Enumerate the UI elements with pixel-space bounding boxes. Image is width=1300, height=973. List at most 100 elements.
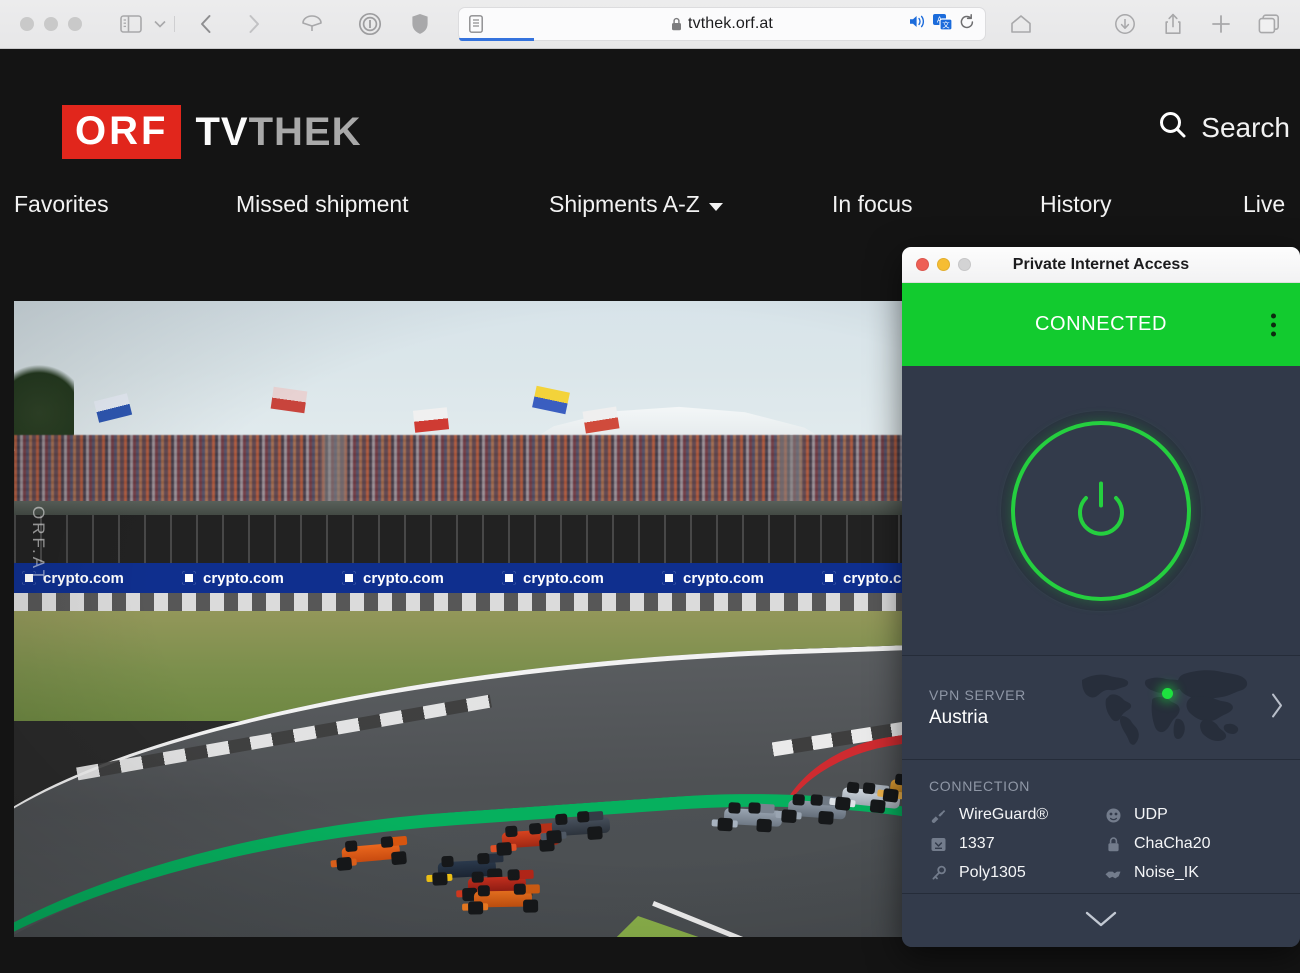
nav-label: In focus xyxy=(832,191,913,217)
kebab-menu-icon[interactable] xyxy=(1271,313,1276,336)
nav-label: Missed shipment xyxy=(236,191,409,217)
reader-view-icon[interactable] xyxy=(469,15,483,33)
main-navigation: Favorites Missed shipment Shipments A-Z … xyxy=(0,187,1300,245)
lock-icon xyxy=(671,17,682,31)
search-icon xyxy=(1157,109,1189,146)
sidebar-icon[interactable] xyxy=(114,9,148,39)
race-car xyxy=(330,834,412,875)
plug-icon xyxy=(929,806,947,824)
audio-playing-icon[interactable] xyxy=(908,14,926,34)
nav-item-live[interactable]: Live xyxy=(1243,191,1285,218)
connection-protocol: WireGuard® xyxy=(929,806,1104,824)
server-location-marker xyxy=(1162,687,1173,699)
lock-icon xyxy=(1104,835,1122,853)
forward-icon[interactable] xyxy=(237,9,271,39)
power-icon xyxy=(1072,477,1130,544)
search-label: Search xyxy=(1201,111,1290,143)
tab-overview-icon[interactable] xyxy=(1252,9,1286,39)
trackside-ad-label: crypto.com xyxy=(523,569,604,587)
connection-cipher: ChaCha20 xyxy=(1104,835,1300,853)
new-tab-icon[interactable] xyxy=(1204,9,1238,39)
power-button[interactable] xyxy=(1001,410,1201,611)
connection-auth: Poly1305 xyxy=(929,864,1104,882)
share-icon[interactable] xyxy=(1156,9,1190,39)
protocol-value: WireGuard® xyxy=(959,806,1049,823)
site-header: ORF TV THEK Search xyxy=(0,49,1300,187)
crypto-logo-icon xyxy=(822,571,836,585)
translate-icon[interactable]: A文 xyxy=(933,13,953,35)
home-icon[interactable] xyxy=(1004,9,1038,39)
close-window-button[interactable] xyxy=(20,17,34,31)
vpn-server-name: Austria xyxy=(929,706,989,728)
svg-text:文: 文 xyxy=(942,20,950,29)
url-text: tvthek.orf.at xyxy=(688,15,773,32)
nav-item-missed-shipment[interactable]: Missed shipment xyxy=(236,191,409,218)
auth-value: Poly1305 xyxy=(959,864,1026,881)
trackside-ad-unit: crypto.com xyxy=(174,570,334,587)
trackside-ad-label: crypto.com xyxy=(683,569,764,587)
crypto-logo-icon xyxy=(342,571,356,585)
chevron-down-icon xyxy=(708,202,723,211)
browser-toolbar: tvthek.orf.at A文 xyxy=(0,0,1300,49)
vpn-server-row[interactable]: VPN SERVER Austria xyxy=(902,656,1300,759)
toolbar-divider xyxy=(174,16,175,32)
nav-label: Shipments A-Z xyxy=(549,191,700,217)
logo-tv: TV xyxy=(195,110,249,154)
crypto-logo-icon xyxy=(662,571,676,585)
pia-title-bar: Private Internet Access xyxy=(902,247,1300,283)
window-controls[interactable] xyxy=(20,17,82,31)
crypto-logo-icon xyxy=(182,571,196,585)
downloads-icon[interactable] xyxy=(1108,9,1142,39)
minimize-window-button[interactable] xyxy=(44,17,58,31)
connection-details-section: CONNECTION WireGuard® UDP 1337 ChaCha20 … xyxy=(902,760,1300,893)
pia-expand-footer[interactable] xyxy=(902,893,1300,947)
trackside-ad-label: crypto.com xyxy=(363,569,444,587)
handshake-icon xyxy=(1104,864,1122,882)
privacy-report-icon[interactable] xyxy=(353,9,387,39)
pia-power-section xyxy=(902,366,1300,655)
port-value: 1337 xyxy=(959,835,995,852)
logo-orf: ORF xyxy=(62,105,182,159)
chevron-right-icon[interactable] xyxy=(1270,692,1284,723)
pia-vpn-window[interactable]: Private Internet Access CONNECTED VPN SE… xyxy=(902,247,1300,947)
cipher-value: ChaCha20 xyxy=(1134,835,1211,852)
nav-label: Live xyxy=(1243,191,1286,217)
nav-item-favorites[interactable]: Favorites xyxy=(14,191,109,218)
crypto-logo-icon xyxy=(502,571,516,585)
orf-watermark: ORF.AT xyxy=(29,506,48,584)
nav-label: History xyxy=(1040,191,1112,217)
socket-icon xyxy=(1104,806,1122,824)
transport-value: UDP xyxy=(1134,806,1168,823)
address-bar[interactable]: tvthek.orf.at A文 xyxy=(458,7,986,41)
logo-thek: THEK xyxy=(248,110,362,154)
back-icon[interactable] xyxy=(189,9,223,39)
airdrop-icon[interactable] xyxy=(295,9,329,39)
nav-item-history[interactable]: History xyxy=(1040,191,1112,218)
handshake-value: Noise_IK xyxy=(1134,864,1199,881)
shield-icon[interactable] xyxy=(403,9,437,39)
orf-tvthek-logo[interactable]: ORF TV THEK xyxy=(62,105,361,159)
trackside-ad-label: crypto.com xyxy=(43,569,124,587)
chevron-down-icon[interactable] xyxy=(148,9,172,39)
flag xyxy=(412,407,450,433)
port-icon xyxy=(929,835,947,853)
zoom-window-button[interactable] xyxy=(68,17,82,31)
reload-icon[interactable] xyxy=(959,13,975,35)
nav-item-shipments-az[interactable]: Shipments A-Z xyxy=(549,191,723,218)
connection-label: CONNECTION xyxy=(929,778,1031,794)
connection-handshake: Noise_IK xyxy=(1104,864,1300,882)
trackside-ad-unit: crypto.com xyxy=(494,570,654,587)
page-load-progress xyxy=(459,38,534,41)
vpn-server-label: VPN SERVER xyxy=(929,686,1026,703)
world-map xyxy=(1076,664,1248,752)
trackside-ad-unit: crypto.com xyxy=(654,570,814,587)
race-car xyxy=(462,882,543,917)
chevron-down-icon[interactable] xyxy=(1084,910,1118,933)
search-button[interactable]: Search xyxy=(1157,109,1290,146)
pia-window-title: Private Internet Access xyxy=(1012,255,1190,273)
nav-item-in-focus[interactable]: In focus xyxy=(832,191,913,218)
trackside-ad-unit: crypto.com xyxy=(334,570,494,587)
status-badge: CONNECTED xyxy=(1034,313,1168,335)
key-icon xyxy=(929,864,947,882)
race-car xyxy=(540,809,611,847)
